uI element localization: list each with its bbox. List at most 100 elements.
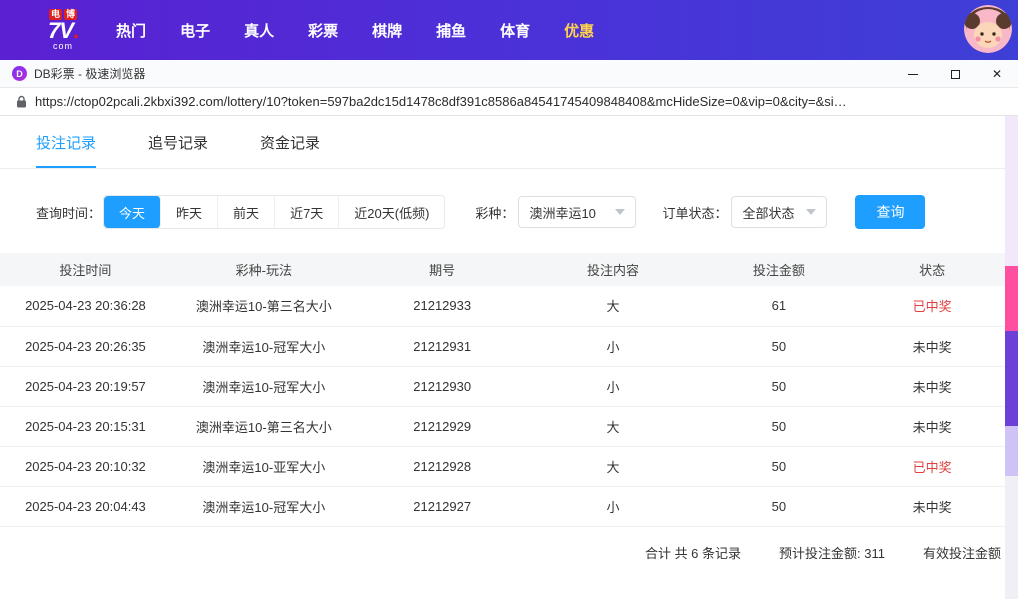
time-filter-option[interactable]: 近7天 — [275, 196, 340, 228]
bet-records-table: 投注时间 彩种-玩法 期号 投注内容 投注金额 状态 2025-04-23 20:36:2… — [0, 253, 1005, 527]
screen: 电 博 7V. com 热门 电子 真人 彩票 棋牌 捕鱼 体育 优惠 D DB… — [0, 0, 1018, 599]
tab[interactable]: 资金记录 — [260, 132, 320, 168]
cell-time: 2025-04-23 20:10:32 — [0, 446, 171, 487]
cell-play: 澳洲幸运10-冠军大小 — [170, 366, 357, 407]
cell-content: 小 — [527, 366, 699, 407]
cell-issue: 21212929 — [356, 406, 528, 447]
nav-item[interactable]: 体育 — [500, 20, 530, 41]
url-text[interactable]: https://ctop02pcali.2kbxi392.com/lottery… — [35, 94, 1015, 109]
time-filter-option[interactable]: 前天 — [218, 196, 276, 228]
cell-play: 澳洲幸运10-亚军大小 — [170, 446, 357, 487]
nav-item[interactable]: 电子 — [180, 20, 210, 41]
order-status-value: 全部状态 — [742, 205, 795, 221]
cell-issue: 21212931 — [356, 326, 528, 367]
time-filter-option[interactable]: 今天 — [104, 196, 162, 228]
table-row: 2025-04-23 20:15:31 澳洲幸运10-第三名大小 21212929 大… — [0, 406, 1005, 447]
time-filter-label: 查询时间： — [36, 205, 102, 221]
cell-status: 已中奖 — [859, 446, 1005, 487]
nav-menu: 热门 电子 真人 彩票 棋牌 捕鱼 体育 优惠 — [116, 20, 594, 41]
nav-item[interactable]: 捕鱼 — [436, 20, 466, 41]
table-row: 2025-04-23 20:19:57 澳洲幸运10-冠军大小 21212930 小 5… — [0, 366, 1005, 407]
cell-play: 澳洲幸运10-第三名大小 — [170, 286, 357, 327]
minimize-icon — [908, 73, 918, 75]
cell-issue: 21212928 — [356, 446, 528, 487]
cell-content: 大 — [527, 286, 699, 327]
cell-content: 大 — [527, 446, 699, 487]
lottery-select-value: 澳洲幸运10 — [529, 205, 596, 221]
cell-amount: 50 — [698, 366, 860, 407]
page-edge-strip — [1005, 116, 1018, 599]
cell-issue: 21212927 — [356, 486, 528, 527]
column-header: 彩种-玩法 — [170, 253, 357, 286]
window-title: DB彩票 - 极速浏览器 — [34, 67, 146, 81]
nav-item[interactable]: 优惠 — [564, 20, 594, 41]
top-navbar: 电 博 7V. com 热门 电子 真人 彩票 棋牌 捕鱼 体育 优惠 — [0, 0, 1018, 60]
time-filter-group: 今天 昨天 前天 近7天 近20天(低频) — [103, 195, 446, 229]
table-body: 2025-04-23 20:36:28 澳洲幸运10-第三名大小 21212933 大… — [0, 286, 1005, 527]
column-header: 状态 — [859, 253, 1005, 286]
minimize-button[interactable] — [892, 60, 934, 88]
search-button[interactable]: 查询 — [855, 195, 926, 229]
nav-item[interactable]: 热门 — [116, 20, 146, 41]
column-header: 期号 — [356, 253, 528, 286]
time-filter-option[interactable]: 昨天 — [161, 196, 219, 228]
window-controls: ✕ — [892, 60, 1018, 88]
lottery-select[interactable]: 澳洲幸运10 — [518, 196, 637, 228]
column-header: 投注金额 — [698, 253, 860, 286]
chevron-down-icon — [615, 209, 626, 215]
avatar-girl-icon — [964, 5, 1012, 53]
lottery-filter-label: 彩种： — [475, 205, 515, 221]
table-row: 2025-04-23 20:04:43 澳洲幸运10-冠军大小 21212927 小 5… — [0, 486, 1005, 527]
column-header: 投注时间 — [0, 253, 171, 286]
cell-content: 大 — [527, 406, 699, 447]
cell-time: 2025-04-23 20:36:28 — [0, 286, 171, 327]
brand-logo-text: 7V. — [48, 18, 79, 43]
brand-logo[interactable]: 电 博 7V. com — [48, 9, 79, 51]
nav-item[interactable]: 彩票 — [308, 20, 338, 41]
page-content: 投注记录 追号记录 资金记录 查询时间： 今天 昨天 前天 近7天 近20天(低频) 彩种：… — [0, 116, 1005, 599]
cell-status: 未中奖 — [859, 406, 1005, 447]
status-filter-label: 订单状态： — [662, 205, 728, 221]
cell-issue: 21212933 — [356, 286, 528, 327]
summary-bar: 合计 共 6 条记录 预计投注金额: 311 有效投注金额 — [0, 527, 1005, 562]
cell-status: 未中奖 — [859, 326, 1005, 367]
time-filter-option[interactable]: 近20天(低频) — [339, 196, 445, 228]
lock-icon — [16, 95, 27, 108]
cell-status: 已中奖 — [859, 286, 1005, 327]
cell-status: 未中奖 — [859, 366, 1005, 407]
tab[interactable]: 追号记录 — [148, 132, 208, 168]
maximize-button[interactable] — [934, 60, 976, 88]
cell-amount: 50 — [698, 406, 860, 447]
table-header-row: 投注时间 彩种-玩法 期号 投注内容 投注金额 状态 — [0, 253, 1005, 286]
close-icon: ✕ — [991, 67, 1003, 81]
browser-titlebar: D DB彩票 - 极速浏览器 ✕ — [0, 60, 1018, 88]
close-button[interactable]: ✕ — [976, 60, 1018, 88]
browser-addressbar: https://ctop02pcali.2kbxi392.com/lottery… — [0, 88, 1018, 116]
cell-content: 小 — [527, 326, 699, 367]
summary-total: 合计 共 6 条记录 — [644, 545, 742, 561]
table-row: 2025-04-23 20:10:32 澳洲幸运10-亚军大小 21212928 大 5… — [0, 446, 1005, 487]
summary-valid: 有效投注金额 — [922, 545, 1001, 561]
tab[interactable]: 投注记录 — [36, 132, 97, 168]
table-row: 2025-04-23 20:36:28 澳洲幸运10-第三名大小 21212933 大… — [0, 286, 1005, 327]
chevron-down-icon — [806, 209, 817, 215]
cell-time: 2025-04-23 20:19:57 — [0, 366, 171, 407]
cell-play: 澳洲幸运10-第三名大小 — [170, 406, 357, 447]
cell-issue: 21212930 — [356, 366, 528, 407]
cell-amount: 50 — [698, 446, 860, 487]
summary-expected: 预计投注金额: 311 — [779, 545, 885, 561]
table-row: 2025-04-23 20:26:35 澳洲幸运10-冠军大小 21212931 小 5… — [0, 326, 1005, 367]
cell-amount: 61 — [698, 286, 860, 327]
maximize-icon — [950, 69, 960, 79]
cell-time: 2025-04-23 20:15:31 — [0, 406, 171, 447]
nav-item[interactable]: 真人 — [244, 20, 274, 41]
brand-logo-sub: com — [53, 41, 74, 51]
cell-play: 澳洲幸运10-冠军大小 — [170, 486, 357, 527]
column-header: 投注内容 — [527, 253, 699, 286]
user-avatar[interactable] — [964, 5, 1012, 53]
nav-item[interactable]: 棋牌 — [372, 20, 402, 41]
order-status-select[interactable]: 全部状态 — [731, 196, 828, 228]
cell-status: 未中奖 — [859, 486, 1005, 527]
cell-amount: 50 — [698, 486, 860, 527]
cell-amount: 50 — [698, 326, 860, 367]
